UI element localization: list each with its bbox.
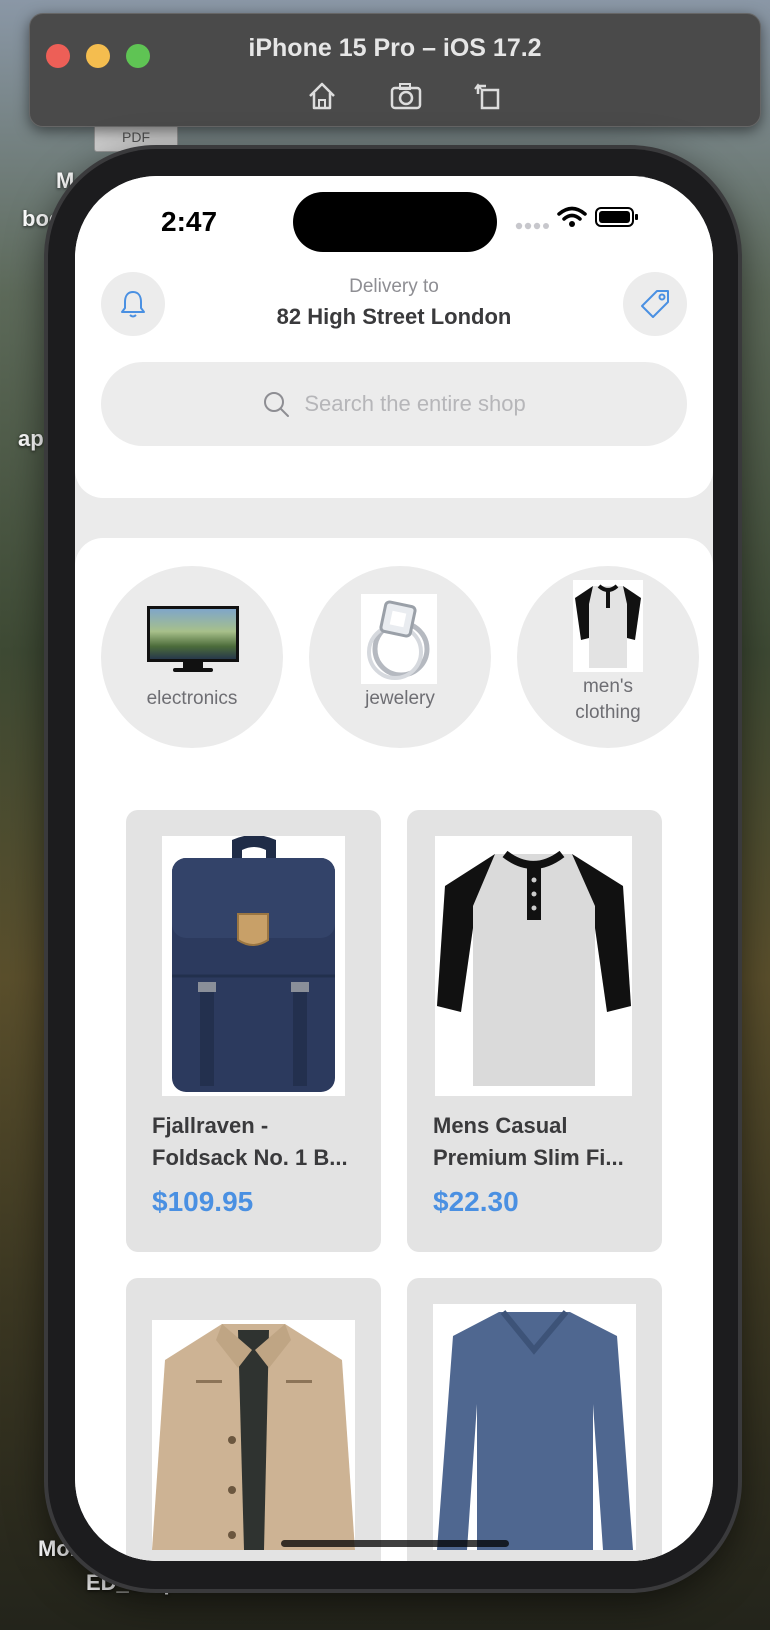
product-card[interactable] — [126, 1278, 381, 1561]
product-title: Fjallraven - Foldsack No. 1 B... — [152, 1113, 348, 1170]
wifi-icon — [557, 206, 587, 233]
product-title: Mens Casual Premium Slim Fi... — [433, 1113, 624, 1170]
delivery-address[interactable]: 82 High Street London — [75, 304, 713, 330]
category-label: electronics — [146, 688, 238, 709]
ring-image — [361, 594, 437, 684]
rotate-icon[interactable] — [468, 76, 508, 116]
simulator-title: iPhone 15 Pro – iOS 17.2 — [248, 34, 542, 62]
desktop-label-ap: ap — [18, 426, 44, 451]
category-jewelery[interactable]: jewelery — [309, 566, 491, 748]
product-image-jacket — [152, 1320, 355, 1550]
search-icon — [264, 392, 290, 417]
category-mens-clothing[interactable]: men's clothing — [517, 566, 699, 748]
product-image-henley-shirt — [435, 836, 632, 1096]
dynamic-island — [293, 192, 497, 252]
product-price: $109.95 — [152, 1186, 254, 1217]
search-placeholder: Search the entire shop — [304, 391, 526, 416]
battery-icon — [595, 206, 639, 233]
product-image-backpack — [162, 835, 345, 1096]
category-electronics[interactable]: electronics — [101, 566, 283, 748]
product-card[interactable]: Fjallraven - Foldsack No. 1 B... $109.95 — [126, 810, 381, 1252]
product-card[interactable]: Mens Casual Premium Slim Fi... $22.30 — [407, 810, 662, 1252]
category-label: jewelery — [365, 688, 435, 709]
status-time: 2:47 — [161, 206, 218, 237]
simulator-toolbar: iPhone 15 Pro – iOS 17.2 — [29, 13, 761, 127]
tag-icon — [641, 290, 669, 318]
monitor-image — [147, 606, 239, 674]
shirt-image — [573, 580, 643, 672]
search-input[interactable]: Search the entire shop — [101, 362, 687, 446]
content-panel: electronics jewelery men's clothing Fjal… — [75, 538, 713, 1561]
home-indicator[interactable] — [281, 1540, 509, 1547]
cellular-signal-icon — [515, 218, 549, 236]
home-icon[interactable] — [302, 76, 342, 116]
category-label: men's clothing — [575, 676, 641, 723]
app-screen: 2:47 Delivery to 82 High Street London S… — [75, 176, 713, 1561]
delivery-label: Delivery to — [349, 276, 439, 297]
product-card[interactable] — [407, 1278, 662, 1561]
screenshot-icon[interactable] — [386, 76, 426, 116]
offers-button[interactable] — [623, 272, 687, 336]
product-price: $22.30 — [433, 1186, 519, 1217]
product-image-longsleeve — [433, 1304, 636, 1550]
